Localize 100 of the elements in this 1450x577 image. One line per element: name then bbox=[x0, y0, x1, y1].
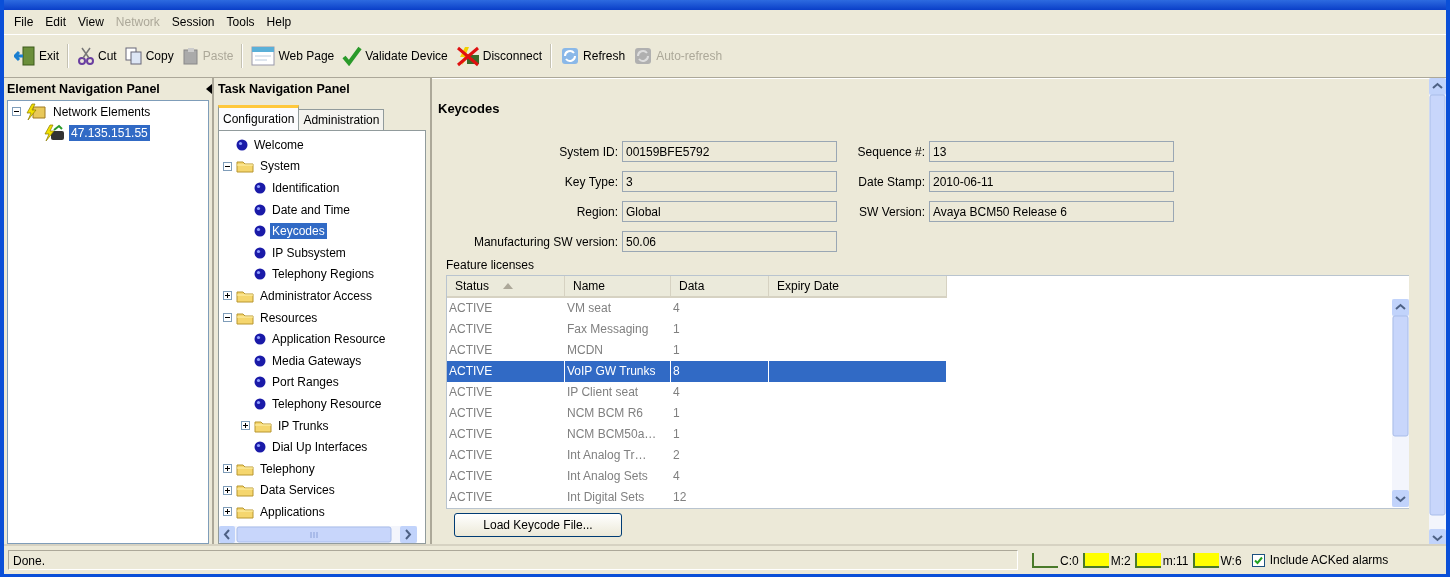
tree-item[interactable]: Date and Time bbox=[270, 201, 353, 218]
phone-bolt-icon bbox=[43, 123, 65, 142]
table-cell-text: ACTIVE bbox=[448, 447, 494, 464]
bullet-icon bbox=[254, 376, 266, 389]
text-field[interactable]: 13 bbox=[929, 141, 1174, 162]
table-cell-text: Int Analog Sets bbox=[566, 468, 649, 485]
tab[interactable]: Configuration bbox=[218, 105, 300, 130]
table-row[interactable]: ACTIVE IP Client seat 4 bbox=[447, 382, 947, 403]
folder-icon bbox=[236, 288, 254, 303]
text-field[interactable]: 00159BFE5792 bbox=[622, 141, 837, 162]
expand-toggle[interactable] bbox=[223, 507, 232, 517]
table-cell-text: 1 bbox=[672, 426, 681, 443]
menu-item[interactable]: Tools bbox=[220, 13, 261, 31]
column-header[interactable]: Name bbox=[565, 276, 671, 296]
table-row[interactable]: ACTIVE Int Analog Sets 4 bbox=[447, 466, 947, 487]
tree-item[interactable]: Applications bbox=[258, 503, 327, 520]
expand-toggle[interactable] bbox=[241, 421, 250, 430]
field-label: Date Stamp: bbox=[857, 174, 925, 189]
menu-item[interactable]: File bbox=[8, 13, 40, 31]
tree-item[interactable]: System bbox=[258, 158, 302, 175]
tree-item[interactable]: IP Trunks bbox=[276, 417, 331, 434]
section-title: Keycodes bbox=[438, 101, 501, 116]
menu-item[interactable]: View bbox=[72, 13, 110, 31]
tree-item[interactable]: Media Gateways bbox=[270, 352, 364, 369]
column-header[interactable]: Expiry Date bbox=[769, 276, 947, 296]
copy-icon bbox=[124, 47, 143, 65]
toolbar-button[interactable]: Disconnect bbox=[451, 41, 547, 71]
tree-item[interactable]: Dial Up Interfaces bbox=[270, 439, 370, 456]
scissors-icon bbox=[77, 47, 95, 65]
toolbar-button[interactable]: Exit bbox=[10, 41, 63, 71]
check-icon bbox=[342, 46, 363, 66]
expand-toggle[interactable] bbox=[223, 485, 232, 495]
tree-item[interactable]: Resources bbox=[258, 309, 320, 326]
tree-item[interactable]: Data Services bbox=[258, 482, 337, 499]
tree-item[interactable]: Network Elements bbox=[51, 103, 153, 120]
disconnect-icon bbox=[455, 45, 480, 67]
toolbar-button[interactable]: Validate Device bbox=[338, 41, 452, 71]
table-row[interactable]: ACTIVE MCDN 1 bbox=[447, 340, 947, 361]
tree-item[interactable]: Telephony bbox=[258, 460, 317, 477]
tree-item[interactable]: Administrator Access bbox=[258, 287, 375, 304]
column-header[interactable]: Status bbox=[447, 276, 565, 296]
alarm-count: C:0 bbox=[1060, 553, 1079, 568]
table-cell-text: 2 bbox=[672, 447, 681, 464]
toolbar-button[interactable]: Copy bbox=[120, 41, 178, 71]
menu-item[interactable]: Session bbox=[165, 13, 221, 31]
text-field[interactable]: 3 bbox=[622, 171, 837, 192]
expand-toggle[interactable] bbox=[223, 313, 232, 323]
checkbox[interactable] bbox=[1251, 553, 1265, 567]
table-cell: VoIP GW Trunks bbox=[565, 361, 671, 382]
table-row[interactable]: ACTIVE Int Digital Sets 12 bbox=[447, 487, 947, 508]
tree-item[interactable]: Telephony Regions bbox=[270, 266, 377, 283]
table-cell-text: ACTIVE bbox=[448, 321, 494, 338]
tree-item[interactable]: Identification bbox=[270, 180, 342, 196]
table-cell-text: Fax Messaging bbox=[566, 321, 650, 338]
table-row[interactable]: ACTIVE Int Analog Tr… 2 bbox=[447, 445, 947, 466]
expand-toggle[interactable] bbox=[223, 161, 232, 171]
tree-item[interactable]: Keycodes bbox=[270, 223, 327, 240]
expand-toggle[interactable] bbox=[223, 291, 232, 301]
toolbar-button[interactable]: Refresh bbox=[556, 41, 630, 71]
text-field[interactable]: Avaya BCM50 Release 6 bbox=[929, 201, 1174, 222]
text-field[interactable]: Global bbox=[622, 201, 837, 222]
bullet-icon bbox=[254, 354, 266, 367]
table-cell: ACTIVE bbox=[447, 361, 565, 382]
load-button[interactable]: Load Keycode File... bbox=[454, 513, 622, 537]
table-cell-text: 4 bbox=[672, 468, 681, 485]
text-field[interactable]: 2010-06-11 bbox=[929, 171, 1174, 192]
folder-icon bbox=[236, 461, 254, 476]
expand-toggle[interactable] bbox=[223, 464, 232, 474]
tree-item[interactable]: Application Resource bbox=[270, 331, 388, 348]
expand-toggle[interactable] bbox=[12, 107, 21, 116]
table-row[interactable]: ACTIVE Fax Messaging 1 bbox=[447, 319, 947, 340]
bullet-icon bbox=[236, 138, 248, 151]
bullet-icon bbox=[254, 333, 266, 346]
table-cell-text: 1 bbox=[672, 321, 681, 338]
tree-item[interactable]: IP Subsystem bbox=[270, 244, 348, 261]
tree-item[interactable]: 47.135.151.55 bbox=[69, 124, 150, 141]
table-row[interactable]: ACTIVE VM seat 4 bbox=[447, 298, 947, 319]
menu-item[interactable]: Edit bbox=[39, 13, 73, 31]
table-cell-text: ACTIVE bbox=[448, 300, 494, 317]
table-row[interactable]: ACTIVE NCM BCM R6 1 bbox=[447, 403, 947, 424]
table-cell-text: ACTIVE bbox=[448, 342, 494, 359]
tree-item[interactable]: Welcome bbox=[252, 136, 306, 153]
tree-item[interactable]: Telephony Resource bbox=[270, 395, 384, 412]
bullet-icon bbox=[254, 182, 266, 194]
panel-title: Element Navigation Panel bbox=[7, 82, 160, 96]
column-header[interactable]: Data bbox=[671, 276, 769, 296]
field-label: System ID: bbox=[558, 144, 618, 159]
tree-item[interactable]: Port Ranges bbox=[270, 374, 341, 391]
toolbar-button[interactable]: Cut bbox=[73, 41, 121, 71]
tab[interactable]: Administration bbox=[298, 109, 385, 130]
table-cell-text: ACTIVE bbox=[448, 384, 494, 401]
field-label: SW Version: bbox=[857, 204, 925, 219]
field-label: Sequence #: bbox=[856, 144, 925, 159]
toolbar-button[interactable]: Web Page bbox=[247, 41, 339, 71]
text-field[interactable]: 50.06 bbox=[622, 231, 837, 252]
table-row[interactable]: ACTIVE VoIP GW Trunks 8 bbox=[447, 361, 947, 382]
table-row[interactable]: ACTIVE NCM BCM50a… 1 bbox=[447, 424, 947, 445]
menu-item[interactable]: Help bbox=[260, 13, 298, 31]
bolt-folder-icon bbox=[25, 102, 47, 121]
field-label: Manufacturing SW version: bbox=[472, 234, 618, 249]
